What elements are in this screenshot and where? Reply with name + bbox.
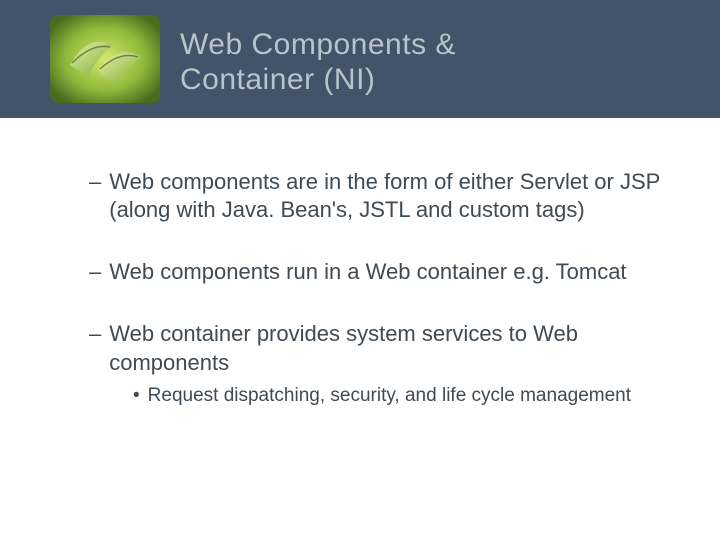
- dash-icon: –: [89, 258, 101, 286]
- bullet-text: Web components are in the form of either…: [109, 168, 665, 224]
- slide-title: Web Components & Container (NI): [180, 21, 456, 98]
- bullet-item: – Web components are in the form of eith…: [75, 168, 665, 224]
- sub-bullet-text: Request dispatching, security, and life …: [148, 383, 631, 408]
- dash-icon: –: [89, 168, 101, 224]
- title-line-2: Container (NI): [180, 62, 456, 97]
- bullet-item: – Web components run in a Web container …: [75, 258, 665, 286]
- bullet-text: Web components run in a Web container e.…: [109, 258, 626, 286]
- bullet-item: – Web container provides system services…: [75, 320, 665, 407]
- bullet-dot-icon: •: [133, 383, 140, 408]
- dash-icon: –: [89, 320, 101, 376]
- slide-body: – Web components are in the form of eith…: [0, 118, 720, 408]
- slide-header: Web Components & Container (NI): [0, 0, 720, 118]
- leaf-swirl-icon: [50, 15, 160, 103]
- title-line-1: Web Components &: [180, 27, 456, 62]
- bullet-text: Web container provides system services t…: [109, 320, 665, 376]
